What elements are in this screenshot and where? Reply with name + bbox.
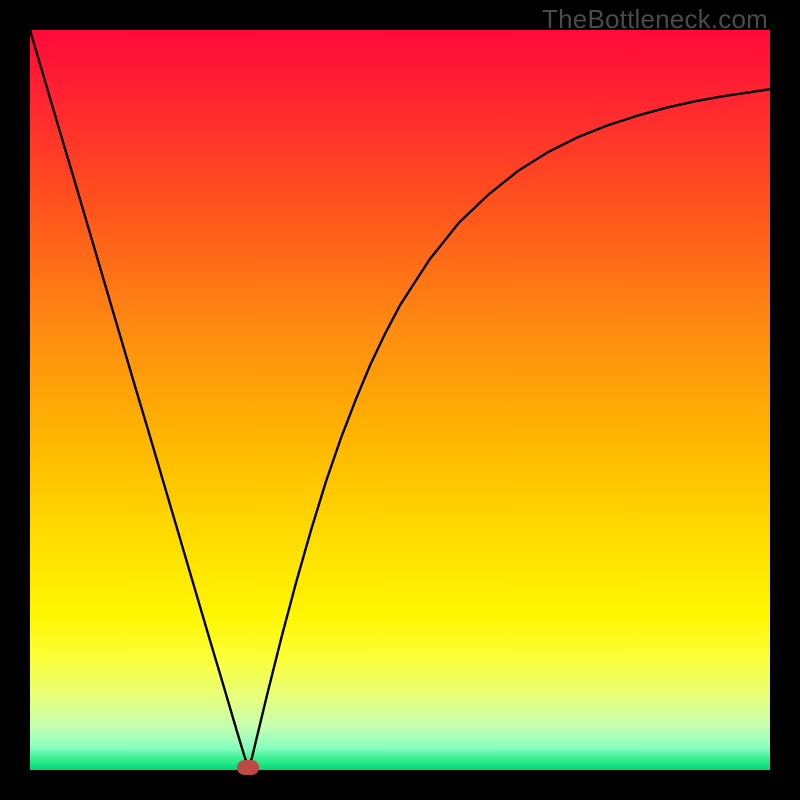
chart-frame: TheBottleneck.com — [0, 0, 800, 800]
curve-layer — [30, 30, 770, 770]
plot-area — [30, 30, 770, 770]
watermark-text: TheBottleneck.com — [542, 4, 768, 35]
bottleneck-curve — [30, 30, 770, 768]
minimum-marker — [237, 760, 259, 775]
